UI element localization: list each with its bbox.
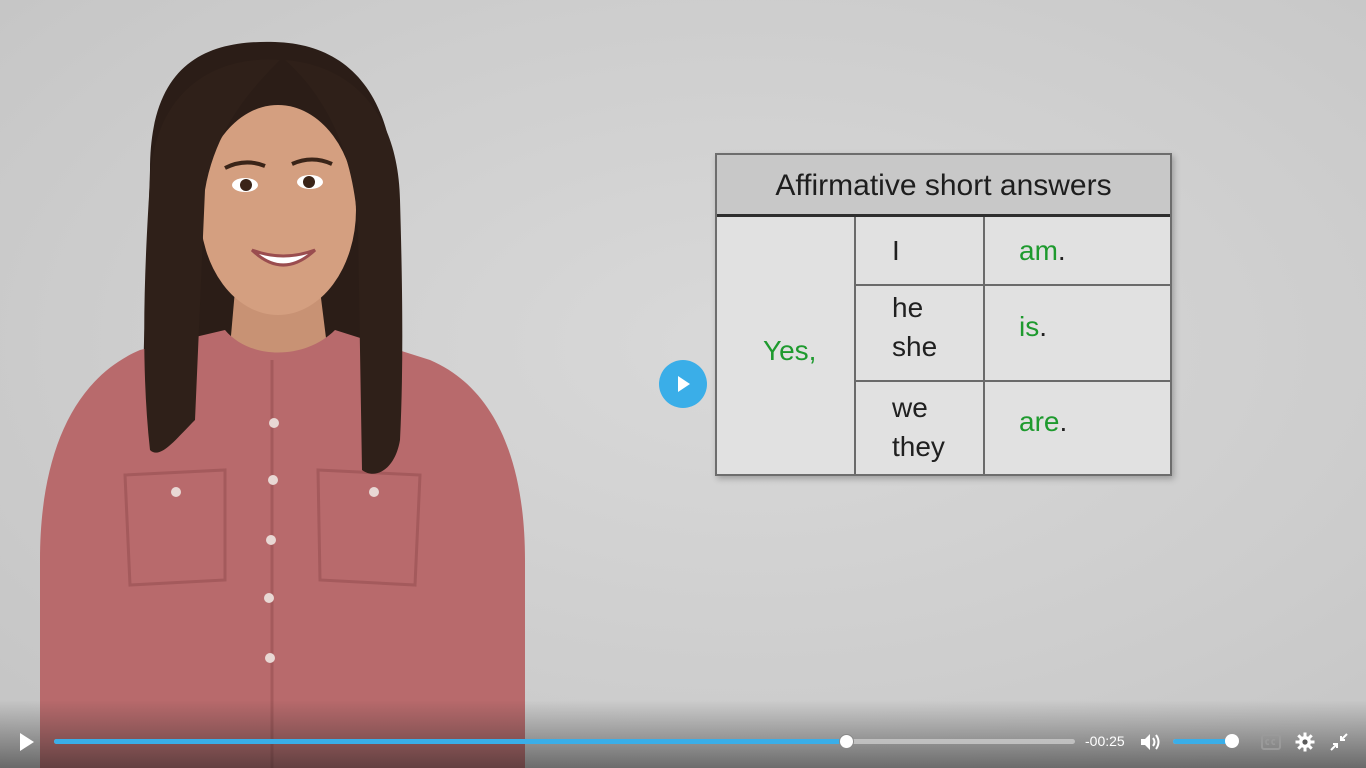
verb-cell: is. <box>1019 307 1047 346</box>
settings-icon <box>1295 732 1315 752</box>
table-divider <box>855 380 1170 382</box>
grammar-table: Affirmative short answers Yes, I am. he … <box>715 153 1172 476</box>
exit-fullscreen-icon <box>1330 733 1348 751</box>
verb-period: . <box>1059 406 1068 437</box>
verb-text: is <box>1019 311 1040 342</box>
verb-text: am <box>1019 235 1058 266</box>
captions-icon <box>1261 734 1281 750</box>
play-button[interactable] <box>14 730 40 754</box>
table-divider <box>854 217 856 474</box>
presenter-image <box>40 41 525 768</box>
table-divider <box>855 284 1170 286</box>
volume-handle[interactable] <box>1224 734 1239 748</box>
table-divider <box>983 217 985 474</box>
progress-handle[interactable] <box>839 734 855 749</box>
time-remaining: -00:25 <box>1085 733 1125 749</box>
control-bar: -00:25 <box>0 700 1366 768</box>
progress-bar[interactable] <box>54 734 1075 749</box>
progress-fill <box>54 739 847 744</box>
play-icon <box>20 733 34 751</box>
verb-period: . <box>1039 311 1048 342</box>
exit-fullscreen-button[interactable] <box>1326 730 1352 754</box>
play-icon <box>678 376 690 392</box>
verb-period: . <box>1057 235 1066 266</box>
center-play-button[interactable] <box>659 360 707 408</box>
captions-button[interactable] <box>1258 730 1284 754</box>
volume-icon <box>1141 734 1160 750</box>
grammar-table-title: Affirmative short answers <box>717 155 1170 217</box>
verb-text: are <box>1019 406 1060 437</box>
settings-button[interactable] <box>1292 730 1318 754</box>
mute-button[interactable] <box>1138 730 1164 754</box>
volume-slider[interactable] <box>1173 734 1239 748</box>
volume-fill <box>1173 739 1232 744</box>
subject-cell: she <box>892 331 938 362</box>
subject-cell: we <box>892 392 928 423</box>
subject-cell: he <box>892 292 924 323</box>
video-player[interactable]: Affirmative short answers Yes, I am. he … <box>0 0 1366 768</box>
verb-cell: are. <box>1019 402 1067 441</box>
yes-cell: Yes, <box>763 335 817 366</box>
subject-cell: they <box>892 431 945 462</box>
subject-cell: I <box>892 235 900 266</box>
verb-cell: am. <box>1019 231 1066 270</box>
